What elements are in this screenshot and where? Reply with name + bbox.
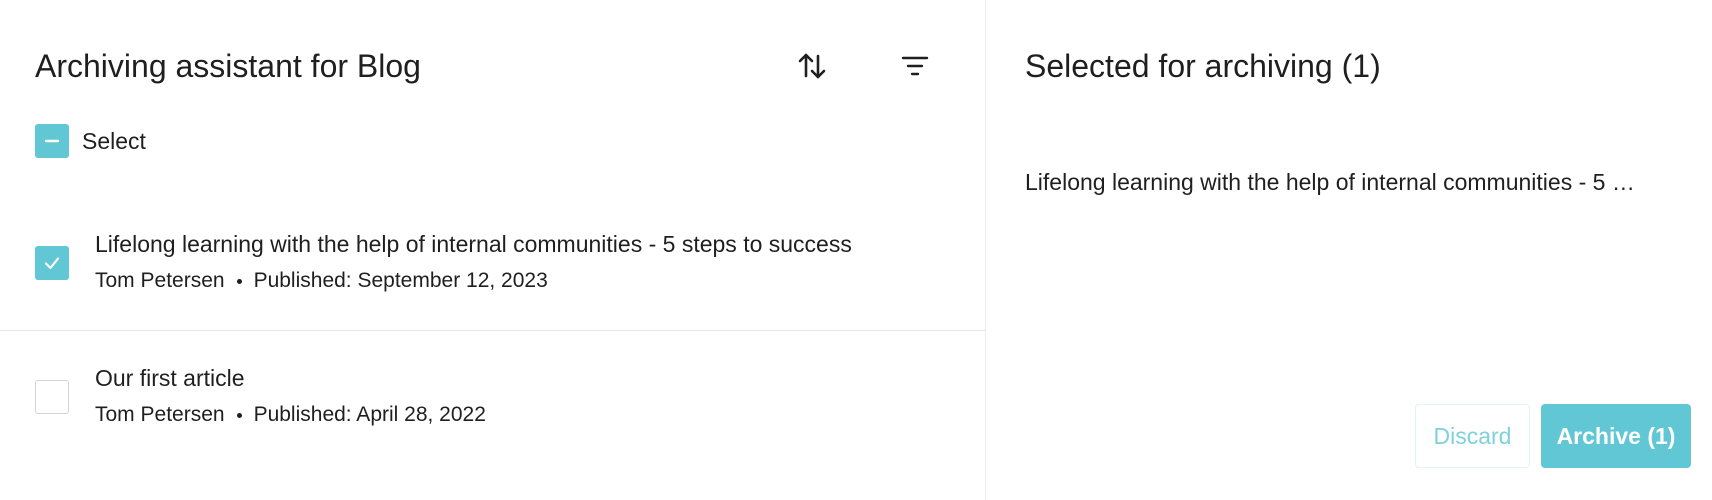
- selection-title: Selected for archiving (1): [1025, 48, 1381, 84]
- article-meta: Tom Petersen Published: September 12, 20…: [95, 266, 548, 296]
- select-all-checkbox[interactable]: [35, 124, 69, 158]
- selected-item: Lifelong learning with the help of inter…: [1025, 169, 1645, 195]
- archiving-assistant: Archiving assistant for Blog Select Life…: [0, 0, 1712, 500]
- article-checkbox[interactable]: [35, 380, 69, 414]
- filter-icon: [901, 56, 929, 76]
- article-row: Our first article Tom Petersen Published…: [0, 350, 985, 460]
- selection-panel: Selected for archiving (1) Lifelong lear…: [986, 0, 1712, 500]
- discard-button[interactable]: Discard: [1415, 404, 1530, 468]
- minus-icon: [44, 139, 60, 143]
- page-title: Archiving assistant for Blog: [35, 48, 421, 84]
- article-row: Lifelong learning with the help of inter…: [0, 216, 985, 331]
- separator-dot: [236, 278, 242, 284]
- sort-button[interactable]: [790, 44, 834, 88]
- article-published: Published: April 28, 2022: [253, 403, 486, 426]
- article-title[interactable]: Our first article: [95, 362, 245, 394]
- sort-arrows-icon: [798, 53, 826, 79]
- filter-button[interactable]: [893, 44, 937, 88]
- article-author: Tom Petersen: [95, 403, 225, 426]
- article-published: Published: September 12, 2023: [253, 269, 548, 292]
- select-all-label: Select: [82, 128, 146, 154]
- article-meta: Tom Petersen Published: April 28, 2022: [95, 400, 486, 430]
- article-title[interactable]: Lifelong learning with the help of inter…: [95, 228, 852, 260]
- article-list-panel: Archiving assistant for Blog Select Life…: [0, 0, 986, 500]
- separator-dot: [236, 412, 242, 418]
- checkmark-icon: [44, 257, 60, 270]
- archive-button[interactable]: Archive (1): [1541, 404, 1691, 468]
- article-checkbox[interactable]: [35, 246, 69, 280]
- article-author: Tom Petersen: [95, 269, 225, 292]
